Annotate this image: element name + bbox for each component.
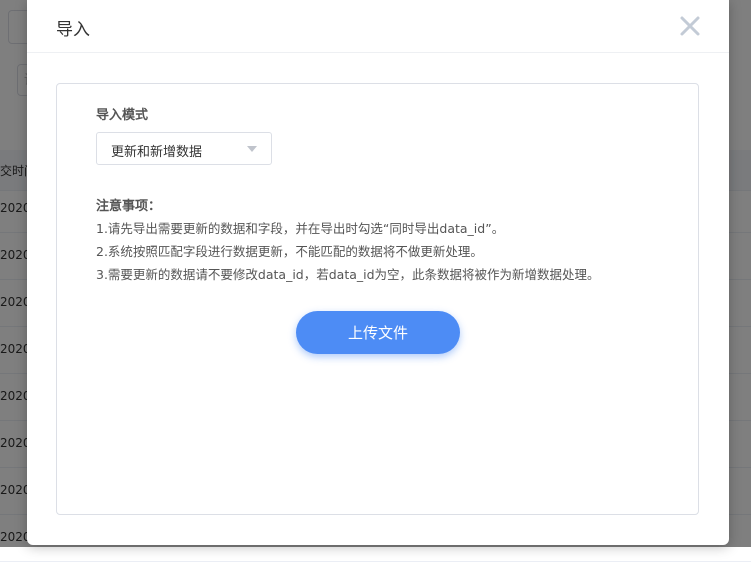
import-mode-select[interactable]: 更新和新增数据 — [96, 132, 272, 165]
import-dialog: 导入 导入模式 更新和新增数据 注意事项： 1.请先导出需要更新的数据和字段，并… — [27, 0, 729, 545]
close-button[interactable] — [678, 14, 702, 38]
upload-file-button[interactable]: 上传文件 — [296, 311, 460, 354]
import-mode-label: 导入模式 — [96, 108, 149, 123]
note-line: 1.请先导出需要更新的数据和字段，并在导出时勾选“同时导出data_id”。 — [96, 221, 505, 236]
import-mode-value: 更新和新增数据 — [111, 145, 203, 160]
notes-title: 注意事项： — [96, 199, 162, 214]
dialog-header: 导入 — [27, 0, 729, 53]
chevron-down-icon — [247, 146, 257, 152]
dialog-body: 导入模式 更新和新增数据 注意事项： 1.请先导出需要更新的数据和字段，并在导出… — [56, 83, 699, 515]
notes-section: 注意事项： 1.请先导出需要更新的数据和字段，并在导出时勾选“同时导出data_… — [96, 196, 686, 286]
dialog-title: 导入 — [56, 20, 90, 40]
close-icon — [680, 16, 700, 36]
note-line: 3.需要更新的数据请不要修改data_id，若data_id为空，此条数据将被作… — [96, 267, 600, 282]
note-line: 2.系统按照匹配字段进行数据更新，不能匹配的数据将不做更新处理。 — [96, 244, 483, 259]
